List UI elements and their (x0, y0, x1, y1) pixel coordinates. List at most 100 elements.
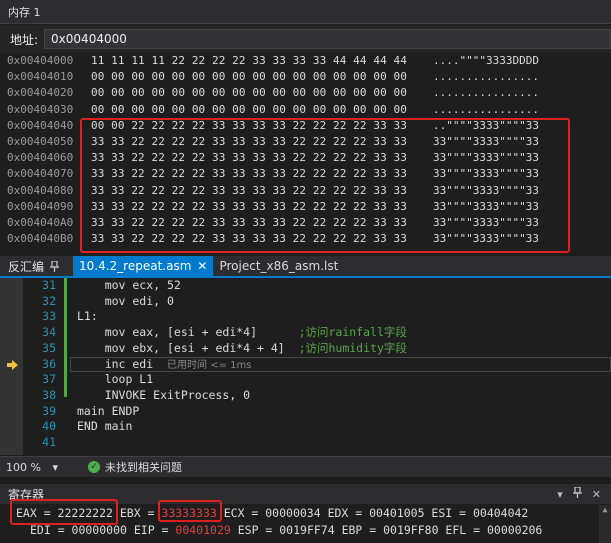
memory-row-address: 0x00404060 (7, 151, 74, 165)
issues-indicator[interactable]: ✓ 未找到相关问题 (88, 459, 182, 475)
code-line[interactable]: 37 loop L1 (0, 372, 611, 388)
memory-row[interactable]: 0x00404000 11 11 11 11 22 22 22 22 33 33 … (0, 53, 611, 69)
eip-value: 00401029 (175, 523, 231, 537)
code-text: mov ecx, 52 (77, 278, 181, 295)
memory-row-ascii: ................ (433, 86, 539, 100)
line-number: 32 (42, 293, 56, 308)
memory-row[interactable]: 0x00404050 33 33 22 22 22 22 33 33 33 33 … (0, 134, 611, 150)
ebx-label: EBX = (112, 506, 162, 520)
close-icon[interactable]: ✕ (592, 488, 601, 501)
code-line[interactable]: 36 inc edi 已用时间 <= 1ms (0, 357, 611, 373)
memory-row-ascii: 33""""3333""""33 (433, 232, 539, 246)
chevron-down-icon: ▾ (52, 460, 58, 474)
pin-icon[interactable] (50, 256, 60, 276)
code-editor[interactable]: 31 mov ecx, 52 32 mov edi, 0 33 L1: 34 mov e… (0, 278, 611, 455)
code-instruction: mov edi, 0 (77, 293, 174, 308)
code-instruction: loop L1 (77, 372, 154, 387)
tab-project-lst-label: Project_x86_asm.lst (219, 259, 339, 273)
memory-row-address: 0x00404050 (7, 134, 74, 148)
memory-row-bytes: 00 00 22 22 22 22 33 33 33 33 22 22 22 2… (91, 118, 407, 132)
register-line-1-rest: ECX = 00000034 EDX = 00401005 ESI = 0040… (216, 506, 529, 520)
memory-row-ascii: 33""""3333""""33 (433, 199, 539, 213)
memory-row-address: 0x00404040 (7, 118, 74, 132)
scroll-up-icon[interactable]: ▲ (599, 505, 611, 514)
memory-row[interactable]: 0x00404070 33 33 22 22 22 22 33 33 33 33 … (0, 166, 611, 182)
code-text: L1: (77, 309, 98, 326)
code-instruction: mov ebx, [esi + edi*4 + 4] (77, 340, 299, 355)
address-input[interactable] (44, 29, 611, 49)
register-line-2: EDI = 00000000 EIP = 00401029 ESP = 0019… (30, 523, 542, 537)
memory-row[interactable]: 0x00404030 00 00 00 00 00 00 00 00 00 00 … (0, 102, 611, 118)
memory-row[interactable]: 0x00404080 33 33 22 22 22 22 33 33 33 33 … (0, 183, 611, 199)
code-line[interactable]: 32 mov edi, 0 (0, 294, 611, 310)
memory-row[interactable]: 0x00404020 00 00 00 00 00 00 00 00 00 00 … (0, 85, 611, 101)
code-text: mov edi, 0 (77, 294, 174, 311)
code-line[interactable]: 31 mov ecx, 52 (0, 278, 611, 294)
code-line[interactable]: 40 END main (0, 419, 611, 435)
ebx-highlight-box (158, 500, 222, 522)
memory-row-bytes: 00 00 00 00 00 00 00 00 00 00 00 00 00 0… (91, 86, 407, 100)
memory-row-ascii: ....""""3333DDDD (433, 54, 539, 67)
memory-row-ascii: ................ (433, 102, 539, 116)
line-number: 40 (42, 419, 56, 434)
memory-row-address: 0x00404010 (7, 70, 74, 84)
memory-row-address: 0x00404080 (7, 183, 74, 197)
line-number: 38 (42, 387, 56, 402)
dropdown-icon[interactable]: ▾ (557, 488, 563, 501)
code-instruction: INVOKE ExitProcess, 0 (77, 387, 251, 402)
line-number: 39 (42, 403, 56, 418)
memory-row-address: 0x00404020 (7, 86, 74, 100)
code-instruction: L1: (77, 309, 98, 324)
pin-icon[interactable] (572, 486, 582, 501)
address-label: 地址: (10, 32, 39, 47)
memory-grid[interactable]: 0x00404000 11 11 11 11 22 22 22 22 33 33 … (0, 53, 611, 249)
memory-row-ascii: 33""""3333""""33 (433, 167, 539, 181)
eax-highlight-box (10, 499, 118, 525)
line-number: 41 (42, 435, 56, 449)
memory-row-bytes: 00 00 00 00 00 00 00 00 00 00 00 00 00 0… (91, 70, 407, 84)
code-line[interactable]: 34 mov eax, [esi + edi*4] ;访问rainfall字段 (0, 325, 611, 341)
memory-panel-title: 内存 1 (0, 0, 611, 24)
registers-scrollbar[interactable]: ▲ (599, 505, 611, 543)
memory-row[interactable]: 0x00404090 33 33 22 22 22 22 33 33 33 33 … (0, 199, 611, 215)
memory-row-address: 0x004040B0 (7, 232, 74, 246)
line-number: 31 (42, 278, 56, 292)
code-text: INVOKE ExitProcess, 0 (77, 388, 250, 405)
memory-row[interactable]: 0x00404010 00 00 00 00 00 00 00 00 00 00 … (0, 69, 611, 85)
tab-repeat-asm-label: 10.4.2_repeat.asm (79, 259, 192, 273)
memory-row[interactable]: 0x004040A0 33 33 22 22 22 22 33 33 33 33 … (0, 215, 611, 231)
line-number: 35 (42, 340, 56, 355)
memory-row-address: 0x00404030 (7, 102, 74, 116)
memory-row-bytes: 33 33 22 22 22 22 33 33 33 33 22 22 22 2… (91, 167, 407, 181)
memory-row-ascii: 33""""3333""""33 (433, 151, 539, 165)
memory-row[interactable]: 0x004040B0 33 33 22 22 22 22 33 33 33 33 … (0, 231, 611, 247)
check-circle-icon: ✓ (88, 461, 100, 473)
line-number: 36 (42, 356, 56, 371)
memory-row[interactable]: 0x00404040 00 00 22 22 22 22 33 33 33 33 … (0, 118, 611, 134)
close-icon[interactable]: ✕ (197, 259, 207, 273)
code-line[interactable]: 38 INVOKE ExitProcess, 0 (0, 388, 611, 404)
memory-row-bytes: 33 33 22 22 22 22 33 33 33 33 22 22 22 2… (91, 183, 407, 197)
code-line[interactable]: 33 L1: (0, 309, 611, 325)
code-instruction: mov eax, [esi + edi*4] (77, 325, 299, 340)
code-comment: ;访问humidity字段 (298, 340, 407, 355)
editor-status-bar: 100 % ▾ ✓ 未找到相关问题 (0, 456, 611, 477)
code-text: mov eax, [esi + edi*4] ;访问rainfall字段 (77, 325, 407, 342)
tab-repeat-asm[interactable]: 10.4.2_repeat.asm ✕ (73, 256, 214, 276)
memory-row-address: 0x004040A0 (7, 215, 74, 229)
memory-row-address: 0x00404070 (7, 167, 74, 181)
memory-row-address: 0x00404090 (7, 199, 74, 213)
memory-row-ascii: ................ (433, 70, 539, 84)
code-text: inc edi 已用时间 <= 1ms (77, 357, 252, 374)
code-line[interactable]: 39 main ENDP (0, 404, 611, 420)
memory-row-ascii: 33""""3333""""33 (433, 134, 539, 148)
registers-view[interactable]: EAX = 22222222 EBX = 33333333 ECX = 0000… (0, 499, 611, 543)
memory-row-bytes: 00 00 00 00 00 00 00 00 00 00 00 00 00 0… (91, 102, 407, 116)
code-line[interactable]: 41 (0, 435, 611, 451)
edi-eip-label: EDI = 00000000 EIP = (30, 523, 176, 537)
memory-row[interactable]: 0x00404060 33 33 22 22 22 22 33 33 33 33 … (0, 150, 611, 166)
tab-project-lst[interactable]: Project_x86_asm.lst (213, 256, 344, 276)
memory-row-bytes: 33 33 22 22 22 22 33 33 33 33 22 22 22 2… (91, 232, 407, 246)
zoom-dropdown[interactable]: 100 % ▾ (6, 461, 58, 474)
code-line[interactable]: 35 mov ebx, [esi + edi*4 + 4] ;访问humidit… (0, 341, 611, 357)
